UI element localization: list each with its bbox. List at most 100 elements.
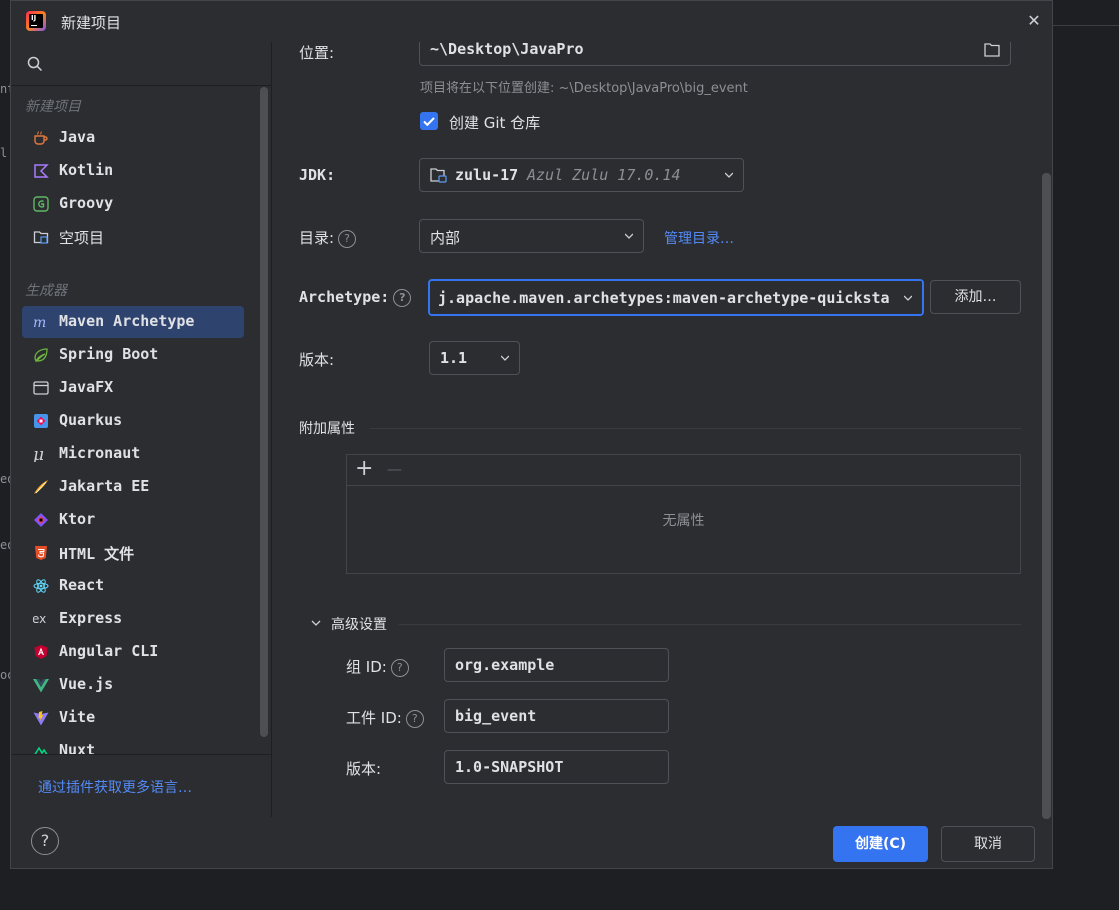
- sidebar-item-java[interactable]: Java: [22, 122, 244, 154]
- sidebar-item-label: JavaFX: [59, 378, 114, 396]
- spring-boot-icon: [34, 348, 48, 363]
- sidebar-item-label: Spring Boot: [59, 345, 159, 363]
- sidebar-item-label: Java: [59, 128, 96, 146]
- sidebar-item-nuxt[interactable]: Nuxt: [22, 735, 244, 754]
- adv-version-input[interactable]: 1.0-SNAPSHOT: [444, 750, 669, 784]
- sidebar-item-vite[interactable]: Vite: [22, 702, 244, 734]
- help-icon[interactable]: ?: [405, 709, 424, 728]
- chevron-down-icon: [904, 295, 912, 301]
- sidebar-item-micronaut[interactable]: μ Micronaut: [22, 438, 244, 470]
- sidebar-item-label: React: [59, 576, 105, 594]
- jdk-folder-icon: [430, 168, 447, 183]
- artifact-id-input[interactable]: big_event: [444, 699, 669, 733]
- jdk-label: JDK:: [299, 166, 336, 184]
- vite-icon: [33, 711, 49, 726]
- sidebar-item-angular-cli[interactable]: Angular CLI: [22, 636, 244, 668]
- vue-icon: [33, 679, 49, 693]
- background-text: l: [0, 146, 8, 160]
- location-value: ~\Desktop\JavaPro: [430, 42, 584, 58]
- catalog-select[interactable]: 内部: [419, 219, 644, 253]
- git-checkbox-label[interactable]: 创建 Git 仓库: [449, 112, 540, 133]
- java-cup-icon: [34, 131, 48, 145]
- add-archetype-button[interactable]: 添加…: [930, 280, 1021, 314]
- project-type-list: 新建项目 Java Kotlin Groovy 空项目 生成器 m Maven …: [11, 86, 271, 754]
- search-icon[interactable]: [27, 56, 43, 72]
- adv-version-label: 版本:: [346, 760, 382, 778]
- sidebar-item-ktor[interactable]: Ktor: [22, 504, 244, 536]
- help-icon[interactable]: ?: [338, 229, 357, 248]
- close-icon[interactable]: ✕: [1024, 11, 1044, 31]
- cancel-button[interactable]: 取消: [941, 826, 1035, 862]
- sidebar-item-label: Nuxt: [59, 741, 96, 754]
- ktor-icon: [34, 513, 48, 527]
- sidebar-item-vue[interactable]: Vue.js: [22, 669, 244, 701]
- section-new-project: 新建项目: [25, 99, 81, 115]
- git-checkbox[interactable]: [420, 112, 438, 130]
- create-button[interactable]: 创建(C): [833, 826, 928, 862]
- archetype-label-text: Archetype:: [299, 288, 390, 306]
- groovy-icon: [33, 196, 49, 212]
- sidebar-scrollbar[interactable]: [260, 87, 268, 737]
- sidebar-item-jakarta-ee[interactable]: Jakarta EE: [22, 471, 244, 503]
- adv-version-value: 1.0-SNAPSHOT: [455, 758, 564, 776]
- sidebar-item-express[interactable]: ex Express: [22, 603, 244, 635]
- maven-icon: m: [33, 315, 46, 330]
- new-project-dialog: IJ 新建项目 ✕ 新建项目 Java Kotlin Groovy 空项目 生成…: [10, 0, 1053, 869]
- sidebar-item-label: Jakarta EE: [59, 477, 150, 495]
- sidebar-item-label: Quarkus: [59, 411, 123, 429]
- artifact-id-label: 工件 ID:?: [346, 707, 424, 728]
- sidebar-item-empty-project[interactable]: 空项目: [22, 221, 244, 253]
- sidebar: 新建项目 Java Kotlin Groovy 空项目 生成器 m Maven …: [11, 42, 272, 817]
- archetype-select[interactable]: j.apache.maven.archetypes:maven-archetyp…: [428, 279, 924, 316]
- help-button[interactable]: ?: [31, 827, 59, 855]
- sidebar-item-label: Express: [59, 609, 123, 627]
- svg-text:ex: ex: [33, 612, 46, 626]
- checkmark-icon: [423, 117, 435, 127]
- help-icon[interactable]: ?: [390, 658, 409, 677]
- more-languages-link[interactable]: 通过插件获取更多语言…: [38, 777, 192, 797]
- express-icon: ex: [33, 612, 46, 626]
- dialog-title: 新建项目: [61, 14, 122, 32]
- jakarta-ee-icon: [34, 480, 48, 494]
- chevron-down-icon: [625, 233, 633, 239]
- artifact-id-label-text: 工件 ID:: [346, 709, 402, 727]
- dialog-footer: ? 创建(C) 取消: [11, 817, 1052, 869]
- sidebar-item-label: Ktor: [59, 510, 96, 528]
- help-icon[interactable]: ?: [393, 288, 412, 307]
- sidebar-item-spring-boot[interactable]: Spring Boot: [22, 339, 244, 371]
- extra-props-empty-text: 无属性: [662, 513, 705, 529]
- chevron-down-icon[interactable]: [311, 618, 321, 628]
- catalog-label: 目录:?: [299, 227, 357, 248]
- chevron-down-icon: [501, 355, 509, 361]
- sidebar-item-kotlin[interactable]: Kotlin: [22, 155, 244, 187]
- sidebar-item-label: Groovy: [59, 194, 114, 212]
- intellij-logo-icon: IJ: [26, 11, 46, 31]
- advanced-settings-toggle[interactable]: 高级设置: [331, 614, 387, 634]
- add-property-icon[interactable]: +: [355, 456, 373, 481]
- extra-props-table: + — 无属性: [346, 454, 1021, 574]
- sidebar-item-quarkus[interactable]: Quarkus: [22, 405, 244, 437]
- remove-property-icon[interactable]: —: [387, 460, 402, 478]
- empty-project-icon: [33, 231, 49, 244]
- extra-props-toolbar: + —: [347, 455, 1020, 486]
- react-icon: [33, 579, 49, 593]
- folder-browse-icon[interactable]: [984, 43, 1000, 57]
- manage-catalogs-link[interactable]: 管理目录…: [664, 228, 734, 248]
- sidebar-search[interactable]: [11, 42, 271, 86]
- sidebar-item-groovy[interactable]: Groovy: [22, 188, 244, 220]
- micronaut-icon: μ: [33, 446, 44, 462]
- javafx-window-icon: [33, 381, 49, 395]
- sidebar-item-html[interactable]: HTML 文件: [22, 537, 244, 569]
- form-scrollbar[interactable]: [1042, 173, 1051, 819]
- title-bar: IJ 新建项目 ✕: [11, 1, 1052, 42]
- version-select[interactable]: 1.1: [429, 341, 520, 375]
- sidebar-item-javafx[interactable]: JavaFX: [22, 372, 244, 404]
- kotlin-icon: [34, 164, 49, 178]
- jdk-select[interactable]: zulu-17 Azul Zulu 17.0.14: [419, 158, 744, 192]
- catalog-value: 内部: [430, 229, 461, 247]
- svg-text:μ: μ: [33, 446, 44, 462]
- group-id-input[interactable]: org.example: [444, 648, 669, 682]
- location-input[interactable]: ~\Desktop\JavaPro: [419, 42, 1011, 66]
- sidebar-item-maven-archetype[interactable]: m Maven Archetype: [22, 306, 244, 338]
- sidebar-item-react[interactable]: React: [22, 570, 244, 602]
